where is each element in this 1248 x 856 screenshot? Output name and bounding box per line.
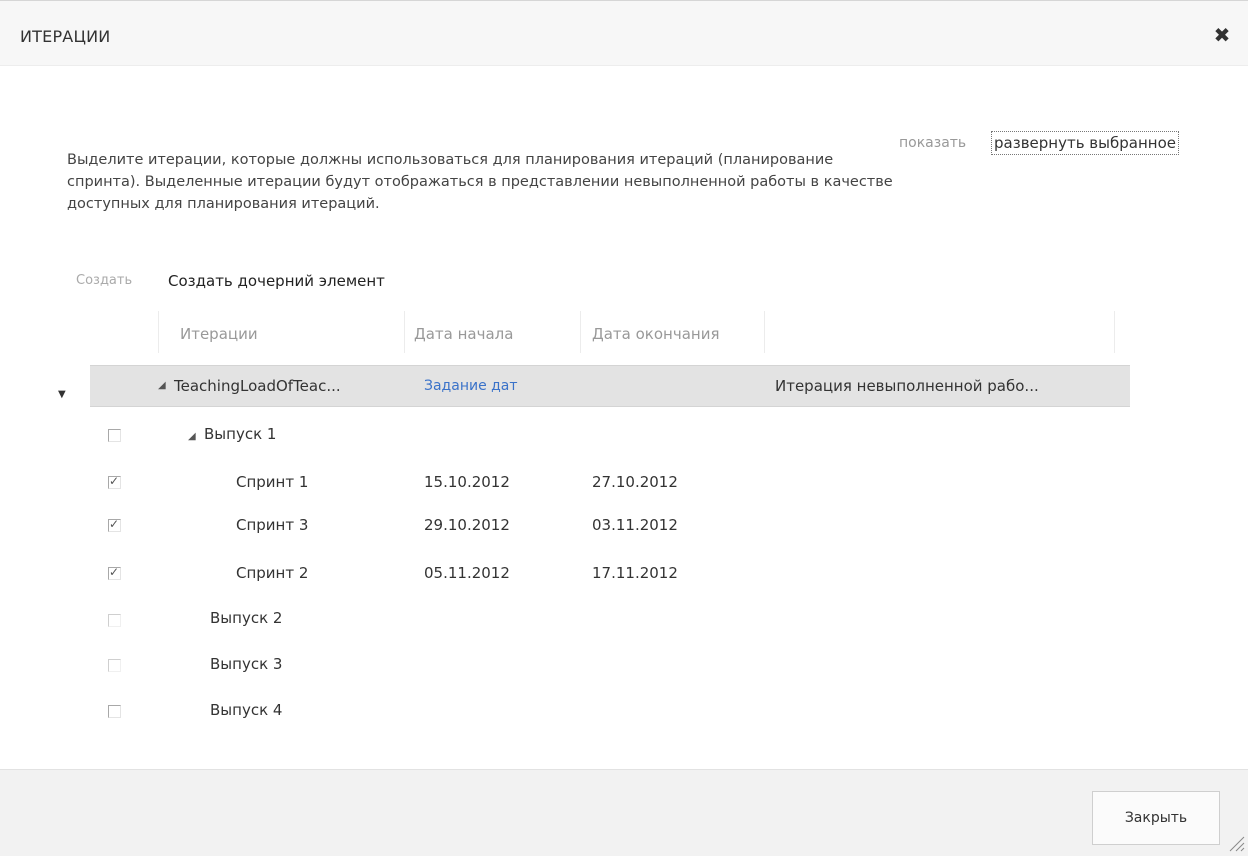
column-header-end-date[interactable]: Дата окончания — [592, 325, 719, 343]
checkmark-icon: ✓ — [109, 474, 120, 488]
row-checkbox[interactable]: ✓ — [108, 565, 121, 580]
row-checkbox[interactable] — [108, 659, 121, 672]
row-checkbox[interactable] — [108, 614, 121, 627]
column-header-iterations[interactable]: Итерации — [180, 325, 258, 343]
iteration-name: Выпуск 2 — [210, 609, 283, 627]
expand-triangle-icon[interactable]: ◢ — [158, 380, 166, 391]
iteration-name: Спринт 3 — [236, 516, 309, 534]
iteration-start-date: 15.10.2012 — [424, 473, 510, 491]
collapse-all-icon[interactable]: ▼ — [58, 389, 66, 400]
dialog-title: ИТЕРАЦИИ — [20, 27, 111, 46]
iteration-start-date: 29.10.2012 — [424, 516, 510, 534]
row-checkbox[interactable] — [108, 705, 121, 718]
show-label: показать — [899, 135, 967, 151]
create-child-button[interactable]: Создать дочерний элемент — [168, 272, 385, 290]
checkmark-icon: ✓ — [109, 517, 120, 531]
dialog-footer — [0, 769, 1248, 856]
close-icon[interactable]: ✖ — [1212, 25, 1232, 45]
create-button[interactable]: Создать — [76, 273, 132, 288]
expand-selected-button[interactable]: развернуть выбранное — [991, 131, 1179, 155]
backlog-iteration-label: Итерация невыполненной рабо... — [775, 377, 1039, 395]
description-text: Выделите итерации, которые должны исполь… — [67, 152, 893, 212]
iteration-name: Спринт 2 — [236, 564, 309, 582]
row-checkbox[interactable]: ✓ — [108, 517, 121, 532]
row-checkbox[interactable] — [108, 429, 121, 442]
set-dates-link[interactable]: Задание дат — [424, 378, 518, 394]
iteration-name: Выпуск 3 — [210, 655, 283, 673]
iterations-dialog: ИТЕРАЦИИ ✖ показать развернуть выбранное… — [0, 0, 1248, 856]
dialog-titlebar: ИТЕРАЦИИ ✖ — [0, 1, 1248, 66]
column-separator — [764, 311, 765, 353]
expand-triangle-icon[interactable]: ◢ — [188, 431, 196, 442]
column-header-start-date[interactable]: Дата начала — [414, 325, 513, 343]
root-iteration-name: TeachingLoadOfTeac... — [174, 377, 341, 395]
checkmark-icon: ✓ — [109, 565, 120, 579]
column-separator — [158, 311, 159, 353]
iteration-name: Выпуск 4 — [210, 701, 283, 719]
resize-grip-icon[interactable] — [1226, 833, 1246, 853]
iteration-name: Выпуск 1 — [204, 425, 277, 443]
iteration-start-date: 05.11.2012 — [424, 564, 510, 582]
column-separator — [580, 311, 581, 353]
grid-header: Итерации Дата начала Дата окончания — [90, 301, 1130, 361]
iteration-name: Спринт 1 — [236, 473, 309, 491]
column-separator — [404, 311, 405, 353]
row-checkbox[interactable]: ✓ — [108, 474, 121, 489]
iteration-end-date: 27.10.2012 — [592, 473, 678, 491]
iteration-end-date: 03.11.2012 — [592, 516, 678, 534]
close-button[interactable]: Закрыть — [1092, 791, 1220, 845]
iteration-end-date: 17.11.2012 — [592, 564, 678, 582]
root-iteration-row[interactable]: ◢ TeachingLoadOfTeac... Задание дат Итер… — [90, 365, 1130, 407]
column-separator — [1114, 311, 1115, 353]
